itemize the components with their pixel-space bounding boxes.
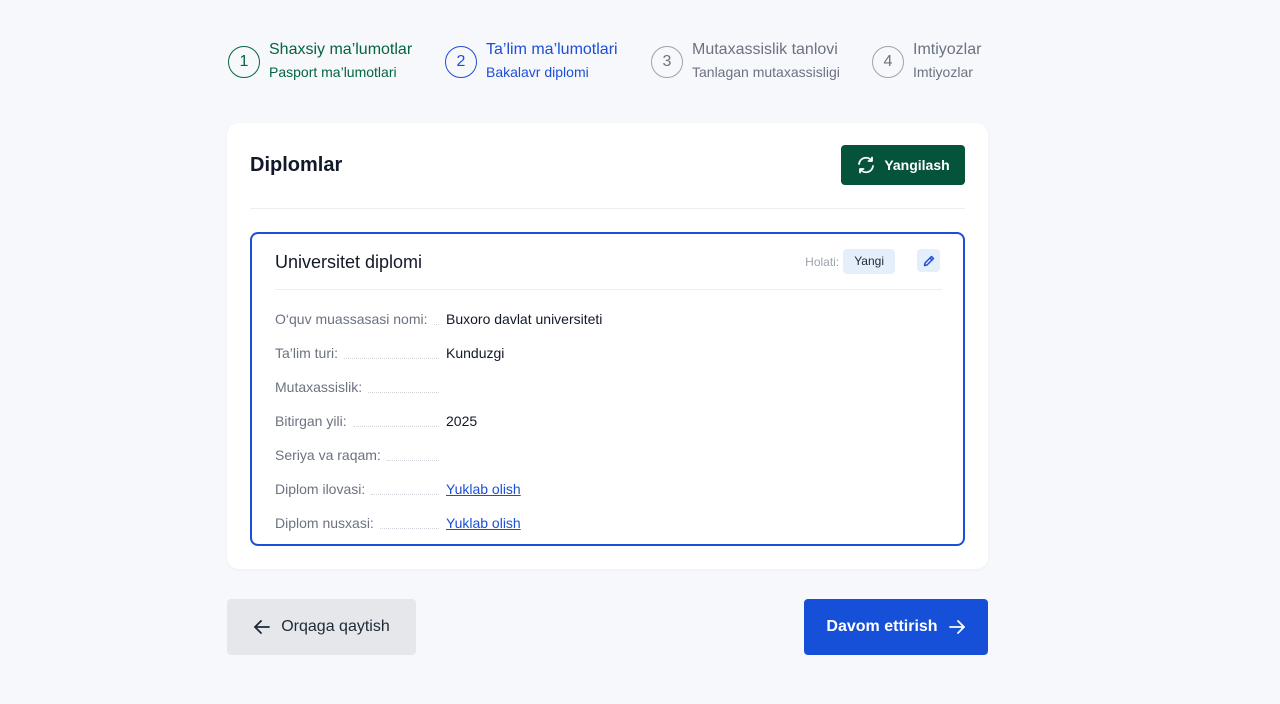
step-subtitle: Pasport ma’lumotlari bbox=[269, 64, 397, 80]
divider bbox=[275, 289, 942, 290]
arrow-right-icon bbox=[948, 620, 965, 634]
field-row: Ta’lim turi: Kunduzgi bbox=[275, 336, 935, 370]
field-label: Bitirgan yili: bbox=[275, 413, 347, 429]
step-number: 1 bbox=[228, 46, 260, 78]
step-subtitle: Bakalavr diplomi bbox=[486, 64, 589, 80]
step-title: Imtiyozlar bbox=[913, 41, 982, 58]
step-subtitle: Imtiyozlar bbox=[913, 64, 973, 80]
refresh-button[interactable]: Yangilash bbox=[841, 145, 965, 185]
field-row: Seriya va raqam: bbox=[275, 438, 935, 472]
field-label: Seriya va raqam: bbox=[275, 447, 381, 463]
step-number: 3 bbox=[651, 46, 683, 78]
field-value: Kunduzgi bbox=[446, 345, 505, 361]
field-row: Mutaxassislik: bbox=[275, 370, 935, 404]
step-3[interactable]: 3 Mutaxassislik tanlovi Tanlagan mutaxas… bbox=[651, 40, 840, 81]
step-4[interactable]: 4 Imtiyozlar Imtiyozlar bbox=[872, 40, 981, 81]
step-2[interactable]: 2 Ta’lim ma’lumotlari Bakalavr diplomi bbox=[445, 40, 618, 81]
arrow-left-icon bbox=[254, 620, 271, 634]
card-title: Diplomlar bbox=[250, 154, 343, 176]
diploma-fields: O‘quv muassasasi nomi: Buxoro davlat uni… bbox=[275, 302, 935, 540]
refresh-icon bbox=[858, 156, 875, 174]
diploma-title: Universitet diplomi bbox=[275, 252, 423, 272]
step-number: 4 bbox=[872, 46, 904, 78]
divider bbox=[250, 208, 965, 209]
continue-label: Davom ettirish bbox=[826, 618, 938, 635]
step-subtitle: Tanlagan mutaxassisligi bbox=[692, 64, 840, 80]
field-label: Diplom ilovasi: bbox=[275, 481, 366, 497]
step-1[interactable]: 1 Shaxsiy ma’lumotlar Pasport ma’lumotla… bbox=[228, 40, 412, 81]
pencil-icon bbox=[923, 255, 934, 266]
field-label: O‘quv muassasasi nomi: bbox=[275, 311, 428, 327]
diploma-panel: Universitet diplomi Holati: Yangi O‘quv … bbox=[250, 232, 965, 546]
step-number: 2 bbox=[445, 46, 477, 78]
download-link[interactable]: Yuklab olish bbox=[446, 515, 521, 531]
download-link[interactable]: Yuklab olish bbox=[446, 481, 521, 497]
status-badge: Yangi bbox=[843, 249, 895, 274]
field-label: Mutaxassislik: bbox=[275, 379, 363, 395]
edit-button[interactable] bbox=[917, 249, 940, 272]
field-row: O‘quv muassasasi nomi: Buxoro davlat uni… bbox=[275, 302, 935, 336]
step-title: Mutaxassislik tanlovi bbox=[692, 41, 838, 58]
back-label: Orqaga qaytish bbox=[281, 618, 390, 635]
field-row: Diplom ilovasi: Yuklab olish bbox=[275, 472, 935, 506]
diplomas-card: Diplomlar Yangilash Universitet diplomi … bbox=[227, 123, 988, 569]
field-label: Ta’lim turi: bbox=[275, 345, 339, 361]
continue-button[interactable]: Davom ettirish bbox=[804, 599, 988, 655]
step-title: Shaxsiy ma’lumotlar bbox=[269, 41, 413, 58]
field-value: Buxoro davlat universiteti bbox=[446, 311, 603, 327]
field-value: 2025 bbox=[446, 413, 478, 429]
refresh-label: Yangilash bbox=[884, 157, 950, 173]
stepper: 1 Shaxsiy ma’lumotlar Pasport ma’lumotla… bbox=[227, 40, 988, 86]
field-row: Diplom nusxasi: Yuklab olish bbox=[275, 506, 935, 540]
status-label: Holati: bbox=[805, 254, 840, 269]
step-title: Ta’lim ma’lumotlari bbox=[486, 41, 618, 58]
status: Holati: Yangi bbox=[805, 249, 895, 274]
field-row: Bitirgan yili: 2025 bbox=[275, 404, 935, 438]
field-label: Diplom nusxasi: bbox=[275, 515, 374, 531]
back-button[interactable]: Orqaga qaytish bbox=[227, 599, 416, 655]
